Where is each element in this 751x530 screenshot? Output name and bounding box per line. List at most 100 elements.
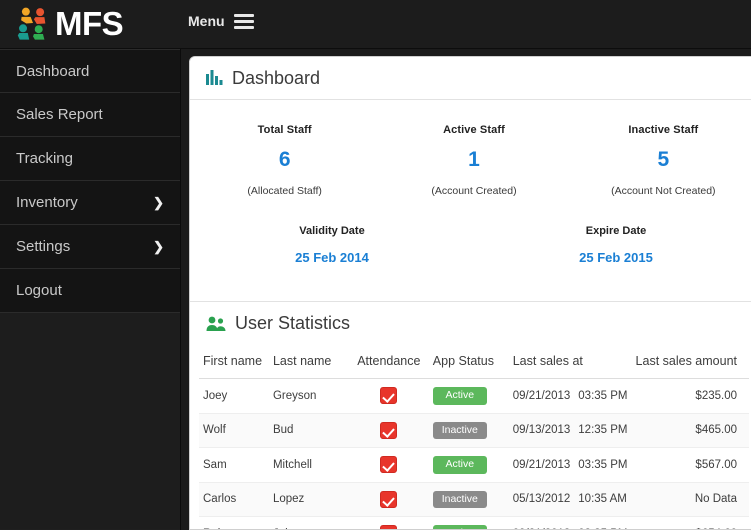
- cell-last-name: Lopez: [268, 482, 349, 517]
- cell-last-sales-amount: $567.00: [631, 447, 749, 483]
- stat-value: 1: [468, 148, 480, 171]
- user-statistics-table-wrap: First name Last name Attendance App Stat…: [190, 345, 751, 529]
- cell-last-sales-at: 09/21/201303:35 PM: [508, 378, 632, 414]
- cell-last-name: Mitchell: [268, 447, 349, 483]
- stat-label: Total Staff: [257, 124, 312, 136]
- column-header-last-sales-at[interactable]: Last sales at: [508, 345, 632, 379]
- column-header-last-name[interactable]: Last name: [268, 345, 349, 379]
- sidebar-item-label: Dashboard: [16, 62, 90, 80]
- cell-app-status: Active: [428, 378, 509, 414]
- stat-sublabel: (Account Created): [431, 185, 517, 197]
- cell-last-sales-at: 09/21/201303:35 PM: [508, 447, 632, 483]
- sales-time: 10:35 AM: [578, 493, 627, 506]
- sidebar: Dashboard Sales Report Tracking Inventor…: [0, 49, 181, 530]
- cell-last-name: Johnson: [268, 516, 349, 529]
- brand[interactable]: MFS: [14, 5, 124, 43]
- date-label: Expire Date: [585, 225, 647, 237]
- cell-attendance: [348, 447, 429, 483]
- cell-attendance: [348, 378, 429, 414]
- user-statistics-header: User Statistics: [190, 302, 751, 345]
- cell-attendance: [348, 413, 429, 448]
- table-row[interactable]: Rob Johnson Active 09/21/201303:35 PM $6…: [199, 516, 749, 529]
- cell-app-status: Active: [428, 516, 509, 529]
- sidebar-item-tracking[interactable]: Tracking: [0, 137, 180, 181]
- column-header-first-name[interactable]: First name: [199, 345, 269, 379]
- sidebar-item-logout[interactable]: Logout: [0, 269, 180, 313]
- bar-chart-icon: [206, 70, 223, 85]
- brand-text: MFS: [55, 5, 124, 42]
- column-header-last-sales-amount[interactable]: Last sales amount: [631, 345, 749, 379]
- dashboard-panel-header: Dashboard: [190, 57, 751, 100]
- table-row[interactable]: Joey Greyson Active 09/21/2013 03:35 PM $…: [199, 378, 749, 414]
- cell-first-name: Rob: [199, 516, 269, 529]
- attendance-checkbox[interactable]: [380, 490, 398, 508]
- cell-last-sales-amount: No Data: [631, 482, 749, 517]
- status-badge: Inactive: [432, 421, 487, 439]
- sidebar-item-label: Inventory: [16, 194, 78, 211]
- status-badge: Inactive: [432, 490, 487, 508]
- sales-time: 12:35 PM: [578, 424, 628, 437]
- sales-date: 09/21/2013: [512, 389, 571, 402]
- sidebar-item-sales-report[interactable]: Sales Report: [0, 93, 180, 137]
- people-pinwheel-logo: [17, 7, 46, 40]
- sidebar-item-settings[interactable]: Settings ❯: [0, 225, 180, 269]
- sidebar-item-label: Sales Report: [16, 106, 103, 123]
- table-header-row: First name Last name Attendance App Stat…: [199, 345, 749, 379]
- cell-attendance: [348, 482, 429, 517]
- attendance-checkbox[interactable]: [380, 387, 398, 405]
- sidebar-item-dashboard[interactable]: Dashboard: [0, 49, 180, 93]
- stat-active-staff: Active Staff 1 (Account Created): [379, 124, 568, 197]
- table-body: Joey Greyson Active 09/21/2013 03:35 PM $…: [199, 378, 749, 529]
- table-row[interactable]: Wolf Bud Inactive 09/13/2013 12:35 PM $46…: [199, 413, 749, 448]
- cell-first-name: Joey: [199, 378, 269, 414]
- dates-row: Validity Date 25 Feb 2014 Expire Date 25…: [190, 201, 751, 265]
- cell-first-name: Sam: [199, 447, 269, 483]
- stats-row: Total Staff 6 (Allocated Staff) Active S…: [190, 100, 751, 201]
- attendance-checkbox[interactable]: [380, 421, 398, 439]
- sales-date: 05/13/2012: [512, 493, 571, 506]
- cell-last-sales-amount: $235.00: [631, 378, 749, 414]
- table-row[interactable]: Carlos Lopez Inactive 05/13/2012 10:35 AM…: [199, 482, 749, 517]
- menu-label: Menu: [188, 13, 225, 29]
- stat-inactive-staff: Inactive Staff 5 (Account Not Created): [569, 124, 751, 197]
- column-header-attendance[interactable]: Attendance: [348, 345, 429, 379]
- cell-last-name: Greyson: [268, 378, 349, 414]
- sidebar-empty-area: [0, 313, 180, 529]
- stat-value: 6: [278, 148, 291, 171]
- cell-last-sales-at: 09/21/201303:35 PM: [508, 516, 632, 529]
- cell-last-sales-amount: $465.00: [631, 413, 749, 448]
- cell-app-status: Inactive: [428, 413, 509, 448]
- cell-last-sales-at: 09/13/2013 12:35 PM: [508, 413, 632, 448]
- cell-app-status: Inactive: [428, 482, 509, 517]
- sales-date: 09/21/2013: [512, 458, 571, 471]
- sidebar-item-label: Settings: [16, 238, 71, 255]
- sidebar-item-inventory[interactable]: Inventory ❯: [0, 181, 180, 225]
- cell-last-sales-amount: $654.60: [631, 516, 749, 529]
- hamburger-icon[interactable]: [233, 13, 254, 29]
- sidebar-item-label: Logout: [16, 282, 62, 299]
- date-label: Validity Date: [299, 225, 365, 237]
- cell-first-name: Wolf: [199, 413, 269, 448]
- user-statistics-title: User Statistics: [235, 313, 351, 333]
- top-bar: MFS Menu: [0, 0, 751, 49]
- attendance-checkbox[interactable]: [380, 525, 398, 529]
- attendance-checkbox[interactable]: [380, 456, 398, 474]
- stat-sublabel: (Account Not Created): [611, 185, 716, 197]
- cell-app-status: Active: [428, 447, 509, 483]
- date-value: 25 Feb 2015: [579, 250, 653, 265]
- date-value: 25 Feb 2014: [295, 250, 369, 265]
- stat-label: Active Staff: [443, 124, 505, 136]
- users-icon: [206, 316, 226, 331]
- cell-first-name: Carlos: [199, 482, 269, 517]
- table-row[interactable]: Sam Mitchell Active 09/21/2013 03:35 PM $…: [199, 447, 749, 483]
- status-badge: Active: [432, 456, 487, 474]
- status-badge: Active: [432, 525, 487, 529]
- menu-toggle[interactable]: Menu: [188, 13, 254, 29]
- cell-last-sales-at: 05/13/2012 10:35 AM: [508, 482, 632, 517]
- stat-sublabel: (Allocated Staff): [247, 185, 322, 197]
- validity-date: Validity Date 25 Feb 2014: [190, 225, 474, 265]
- page-title: Dashboard: [232, 67, 321, 88]
- column-header-app-status[interactable]: App Status: [428, 345, 509, 379]
- stat-label: Inactive Staff: [628, 124, 699, 136]
- cell-last-name: Bud: [268, 413, 349, 448]
